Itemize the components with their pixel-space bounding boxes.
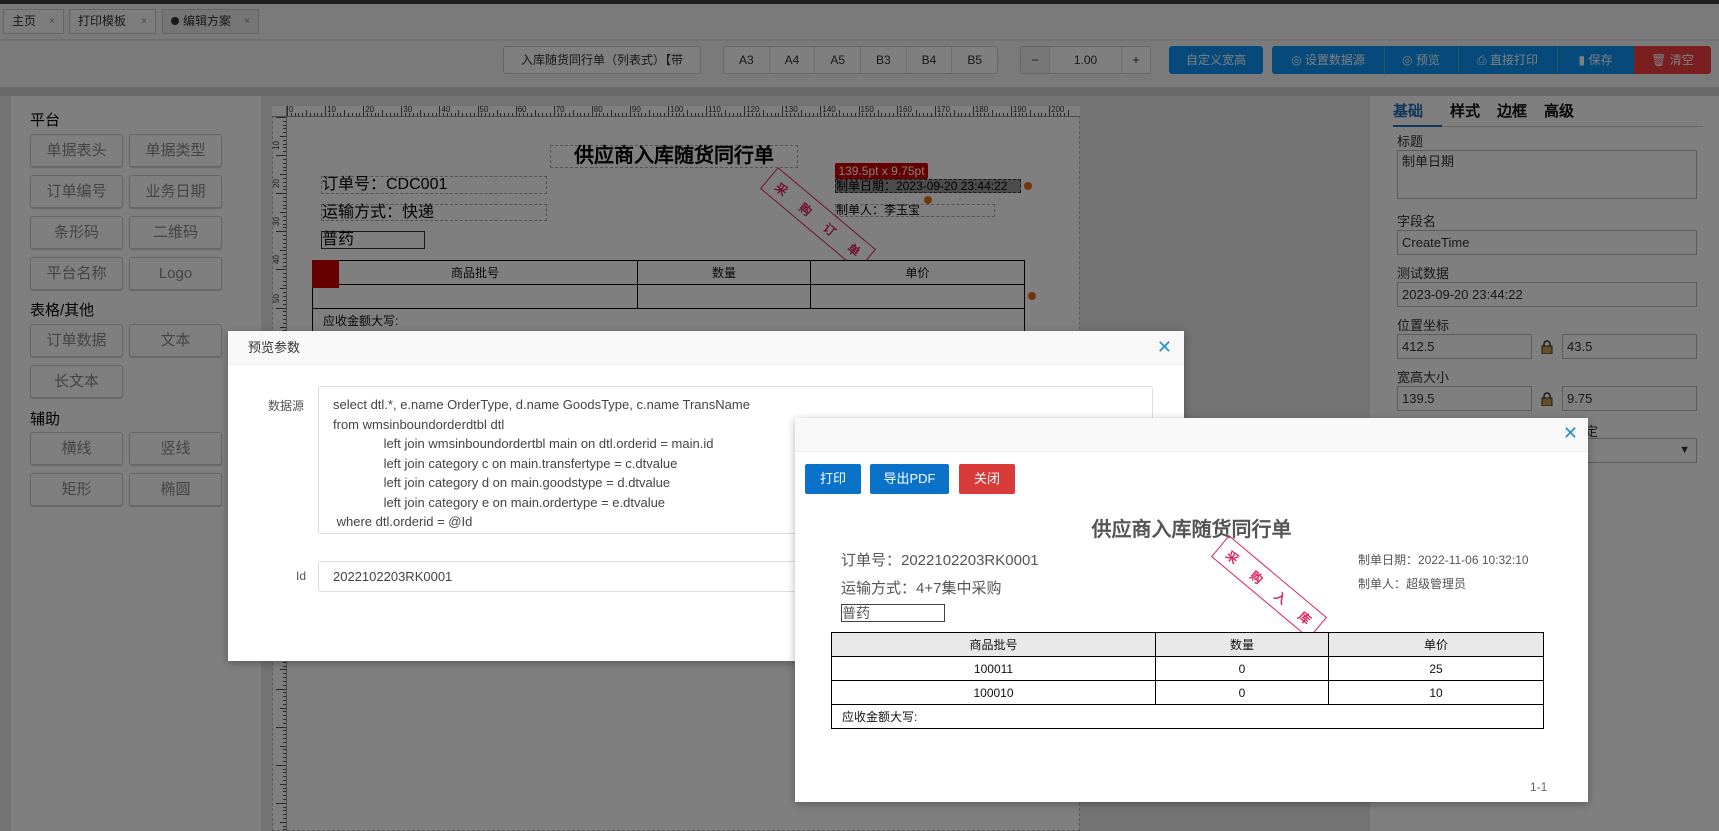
- table-cell: 0: [1155, 656, 1329, 681]
- preview-stamp: 采购入库: [1210, 535, 1328, 639]
- table-row: 100010 0 10: [831, 680, 1544, 705]
- preview-title: 供应商入库随货同行单: [1091, 519, 1292, 541]
- table-cell: 25: [1328, 656, 1544, 681]
- column-header: 单价: [1328, 632, 1544, 657]
- preview-create-date: 制单日期：2022-11-06 10:32:10: [1358, 553, 1529, 567]
- preview-transport: 运输方式：4+7集中采购: [841, 580, 1002, 597]
- sql-line: select dtl.*, e.name OrderType, d.name G…: [333, 397, 750, 412]
- dialog-header: [795, 418, 1588, 452]
- table-cell: 10: [1328, 680, 1544, 705]
- print-button[interactable]: 打印: [805, 464, 861, 494]
- dialog-title: 预览参数: [228, 331, 1184, 365]
- page-number: 1-1: [1530, 780, 1548, 794]
- preview-dialog: ✕ 打印 导出PDF 关闭 供应商入库随货同行单 订单号：2022102203R…: [795, 418, 1588, 802]
- preview-goods-type: 普药: [841, 604, 945, 622]
- preview-order-no: 订单号：2022102203RK0001: [841, 552, 1039, 569]
- amount-label: 应收金额大写:: [831, 704, 1544, 729]
- datasource-label: 数据源: [268, 399, 305, 413]
- stamp-char: 入: [1271, 588, 1290, 607]
- column-header: 数量: [1155, 632, 1329, 657]
- close-icon[interactable]: ✕: [1563, 423, 1578, 444]
- table-header-row: 商品批号数量单价: [831, 632, 1544, 657]
- stamp-char: 购: [1247, 568, 1266, 587]
- column-header: 商品批号: [831, 632, 1156, 657]
- close-button[interactable]: 关闭: [959, 464, 1015, 494]
- preview-creator: 制单人：超级管理员: [1358, 577, 1467, 591]
- table-footer-row: 应收金额大写:: [831, 704, 1544, 729]
- export-pdf-button[interactable]: 导出PDF: [870, 464, 949, 494]
- table-row: 100011 0 25: [831, 656, 1544, 681]
- stamp-char: 库: [1295, 608, 1314, 627]
- stamp-char: 采: [1223, 547, 1242, 567]
- table-cell: 0: [1155, 680, 1329, 705]
- table-cell: 100011: [831, 656, 1156, 681]
- table-cell: 100010: [831, 680, 1156, 705]
- preview-table: 商品批号 数量 单价 100011 0 25 100010 0 10 应收金额大写:: [831, 632, 1544, 729]
- close-icon[interactable]: ✕: [1157, 337, 1172, 358]
- id-label: Id: [296, 569, 307, 583]
